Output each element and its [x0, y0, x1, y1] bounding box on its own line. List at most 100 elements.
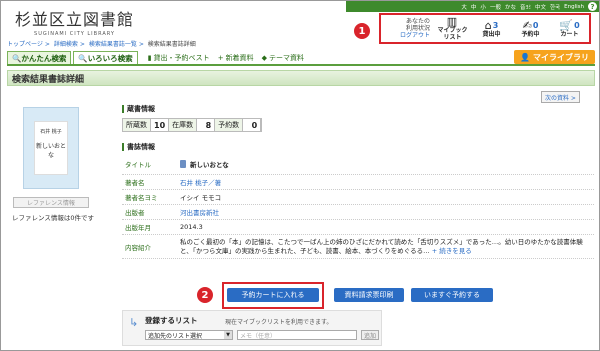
add-to-cart-button[interactable]: 予約カートに入れる: [227, 288, 319, 302]
print-request-button[interactable]: 資料請求票印刷: [334, 288, 404, 302]
list-select-value: 追加先のリスト選択: [148, 332, 203, 340]
lang-english-link[interactable]: English: [564, 4, 584, 10]
logo-japanese: 杉並区立図書館: [15, 10, 135, 29]
next-item-button[interactable]: 次の資料 >: [541, 91, 580, 103]
bib-key: 出版者: [125, 209, 145, 217]
holdings-heading: 蔵書情報: [122, 105, 155, 113]
cover-inner: 石井 桃子 新しいおとな: [34, 121, 68, 175]
book-cover: 石井 桃子 新しいおとな: [23, 107, 79, 189]
reference-text: レファレンス情報は0件です: [12, 214, 95, 222]
status-line-2: 利用状況: [405, 25, 430, 32]
font-medium-link[interactable]: 中: [471, 3, 477, 11]
register-note: 現在マイブックリストを利用できます。: [225, 319, 333, 326]
add-button[interactable]: 追加: [361, 330, 379, 340]
bib-description: 私のごく最初の「本」の記憶は、こたつで一ばん上の姉のひざにだかれて読めた「舌切り…: [180, 238, 594, 256]
bib-key: 出版年月: [125, 224, 151, 232]
read-more-link[interactable]: + 続きを見る: [432, 247, 472, 255]
lang-kana-link[interactable]: かな: [505, 3, 516, 11]
nav-best-label: 貸出・予約ベスト: [153, 53, 210, 62]
bib-row-publisher: 出版者 河出書房新社: [122, 205, 594, 220]
book-icon: [180, 159, 186, 168]
nav-best[interactable]: ▮ 貸出・予約ベスト: [148, 53, 210, 63]
loans-count: 3: [492, 20, 499, 30]
description-text: 私のごく最初の「本」の記憶は、こたつで一ばん上の姉のひざにだかれて読めた「舌切り…: [180, 237, 583, 255]
bib-key: タイトル: [125, 160, 151, 169]
breadcrumb-detail-search[interactable]: 詳細検索: [54, 41, 78, 48]
cart-button[interactable]: 🛒 0 カート: [550, 20, 589, 38]
search-icon: 🔍: [12, 53, 22, 63]
font-large-link[interactable]: 大: [461, 3, 467, 11]
utility-bar: 大 中 小 一般 かな 音ﾖﾐ 中文 한국 English ?: [346, 1, 599, 12]
bib-key: 著者名ヨミ: [125, 194, 158, 202]
memo-input[interactable]: メモ（任意）: [237, 330, 357, 340]
home-icon: ⌂ 3: [484, 18, 499, 32]
site-logo[interactable]: 杉並区立図書館 SUGINAMI CITY LIBRARY: [15, 6, 134, 37]
breadcrumb: トップページ > 詳細検索 > 検索結果書誌一覧 > 検索結果書誌詳細: [7, 41, 196, 48]
loans-label: 貸出中: [482, 30, 501, 38]
reservations-count: 0: [532, 20, 539, 30]
reference-button: レファレンス情報: [13, 197, 89, 208]
arrow-icon: ↳: [129, 316, 139, 329]
pin-icon: ◆: [261, 53, 267, 62]
reserve-now-button[interactable]: いますぐ予約する: [411, 288, 493, 302]
help-icon[interactable]: ?: [588, 2, 597, 11]
cover-title: 新しいおとな: [35, 143, 66, 159]
reserve-icon: ✍ 0: [522, 18, 539, 32]
bib-title-value: 新しいおとな: [180, 159, 594, 169]
stock-value: 8: [197, 119, 216, 131]
lang-voice-link[interactable]: 音ﾖﾐ: [520, 3, 531, 11]
bib-row-author-yomi: 著者名ヨミ イシイ モモコ: [122, 190, 594, 205]
bib-value: 2014.3: [180, 223, 203, 231]
annotation-badge-2: 2: [196, 286, 214, 304]
nav-theme-label: テーマ資料: [268, 53, 304, 62]
logo-english: SUGINAMI CITY LIBRARY: [34, 31, 115, 37]
bib-row-author: 著者名 石井 桃子／著: [122, 175, 594, 190]
holdings-label: 所蔵数: [123, 119, 151, 131]
user-status-panel: あなたの 利用状況 ログアウト ▥ マイブック リスト ⌂ 3 貸出中 ✍ 0 予約中…: [379, 13, 591, 44]
cover-author: 石井 桃子: [40, 129, 62, 135]
tab-various-search[interactable]: 🔍 いろいろ検索: [73, 50, 138, 65]
reserve-label: 予約数: [215, 119, 244, 131]
cart-icon: 🛒 0: [559, 18, 580, 32]
loans-button[interactable]: ⌂ 3 貸出中: [472, 20, 511, 38]
breadcrumb-current: 検索結果書誌詳細: [147, 41, 196, 48]
tab-simple-label: かんたん検索: [21, 53, 67, 63]
lang-korean-link[interactable]: 한국: [550, 3, 560, 11]
reservations-button[interactable]: ✍ 0 予約中: [511, 20, 550, 38]
mylibrary-button[interactable]: 👤 マイライブラリ: [514, 50, 595, 64]
breadcrumb-top[interactable]: トップページ: [7, 41, 43, 48]
page-frame: 大 中 小 一般 かな 音ﾖﾐ 中文 한국 English ? 杉並区立図書館 …: [0, 0, 600, 351]
bib-row-description: 内容紹介 私のごく最初の「本」の記憶は、こたつで一ばん上の姉のひざにだかれて読め…: [122, 235, 594, 259]
publisher-link[interactable]: 河出書房新社: [180, 207, 594, 217]
author-link[interactable]: 石井 桃子／著: [180, 177, 594, 187]
chevron-down-icon: ▼: [224, 331, 232, 339]
tab-simple-search[interactable]: 🔍 かんたん検索: [7, 50, 72, 65]
list-select[interactable]: 追加先のリスト選択 ▼: [145, 330, 233, 340]
nav-new-label: 新着資料: [225, 53, 254, 62]
cart-count: 0: [574, 20, 580, 30]
breadcrumb-results[interactable]: 検索結果書誌一覧: [89, 41, 137, 48]
logout-link[interactable]: ログアウト: [381, 32, 430, 39]
user-icon: 👤: [520, 52, 530, 62]
mybooklist-button[interactable]: ▥ マイブック リスト: [433, 16, 472, 41]
plus-icon: +: [217, 53, 224, 62]
register-list-box: ↳ 登録するリスト 現在マイブックリストを利用できます。 追加先のリスト選択 ▼ …: [122, 310, 382, 346]
login-status: あなたの 利用状況 ログアウト: [381, 18, 433, 39]
reservations-label: 予約中: [521, 30, 540, 38]
nav-theme[interactable]: ◆ テーマ資料: [262, 53, 304, 63]
mybooklist-label: マイブック リスト: [437, 27, 468, 41]
nav-divider: [7, 64, 595, 66]
reserve-value: 0: [243, 119, 262, 131]
bookmark-icon: ▮: [147, 53, 152, 62]
lang-general-link[interactable]: 一般: [490, 3, 501, 11]
status-line-1: あなたの: [405, 18, 430, 25]
cart-label: カート: [560, 30, 579, 38]
lang-chinese-link[interactable]: 中文: [535, 3, 546, 11]
bib-heading: 書誌情報: [122, 143, 155, 151]
bib-key: 著者名: [125, 179, 145, 187]
nav-new[interactable]: + 新着資料: [218, 53, 254, 63]
font-small-link[interactable]: 小: [480, 3, 486, 11]
search-icon: 🔍: [78, 53, 88, 63]
bib-row-title: タイトル 新しいおとな: [122, 153, 594, 175]
tab-various-label: いろいろ検索: [87, 53, 133, 63]
